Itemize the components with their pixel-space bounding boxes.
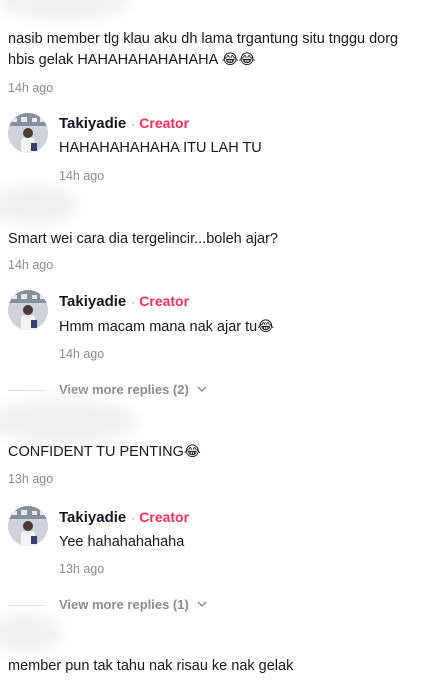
avatar-image xyxy=(8,506,48,546)
blurred-avatar xyxy=(0,398,138,444)
laughing-emoji-icon: 😂 xyxy=(257,319,275,335)
view-more-replies-button[interactable]: View more replies (2) xyxy=(59,382,207,397)
author-name[interactable]: Takiyadie xyxy=(59,293,126,310)
avatar-image xyxy=(8,113,48,153)
avatar-image xyxy=(8,290,48,330)
laughing-emoji-icon: 😂 xyxy=(183,444,201,460)
comment-text: CONFIDENT TU PENTING😂 xyxy=(8,444,201,460)
avatar[interactable] xyxy=(8,290,48,330)
comment-timestamp: 13h ago xyxy=(8,472,54,486)
reply-timestamp: 14h ago xyxy=(59,169,105,183)
blurred-username xyxy=(0,0,130,20)
reply-timestamp: 13h ago xyxy=(59,562,105,576)
author-name[interactable]: Takiyadie xyxy=(59,115,126,132)
reply-text: HAHAHAHAHAHA ITU LAH TU xyxy=(59,140,262,156)
laughing-emoji-icon: 😂😂 xyxy=(221,52,256,68)
reply-text: Yee hahahahahaha xyxy=(59,534,185,550)
creator-badge: Creator xyxy=(139,293,190,309)
comment-timestamp: 14h ago xyxy=(8,258,54,272)
comment-text: nasib member tlg klau aku dh lama trgant… xyxy=(8,31,399,68)
creator-badge: Creator xyxy=(139,509,190,525)
reply-header: Takiyadie · Creator xyxy=(59,293,190,310)
comment-text: Smart wei cara dia tergelincir...boleh a… xyxy=(8,231,278,247)
comment-text: member pun tak tahu nak risau ke nak gel… xyxy=(8,658,294,674)
divider-line xyxy=(8,605,46,606)
chevron-down-icon xyxy=(197,601,207,608)
avatar[interactable] xyxy=(8,506,48,546)
reply-text: Hmm macam mana nak ajar tu😂 xyxy=(59,319,275,335)
reply-timestamp: 14h ago xyxy=(59,347,105,361)
view-more-replies-button[interactable]: View more replies (1) xyxy=(59,597,207,612)
avatar[interactable] xyxy=(8,113,48,153)
comment-timestamp: 14h ago xyxy=(8,81,54,95)
author-name[interactable]: Takiyadie xyxy=(59,509,126,526)
reply-header: Takiyadie · Creator xyxy=(59,509,190,526)
blurred-avatar xyxy=(0,613,62,653)
divider-line xyxy=(8,390,46,391)
reply-header: Takiyadie · Creator xyxy=(59,115,190,132)
chevron-down-icon xyxy=(197,386,207,393)
blurred-avatar xyxy=(0,184,78,226)
creator-badge: Creator xyxy=(139,115,190,131)
